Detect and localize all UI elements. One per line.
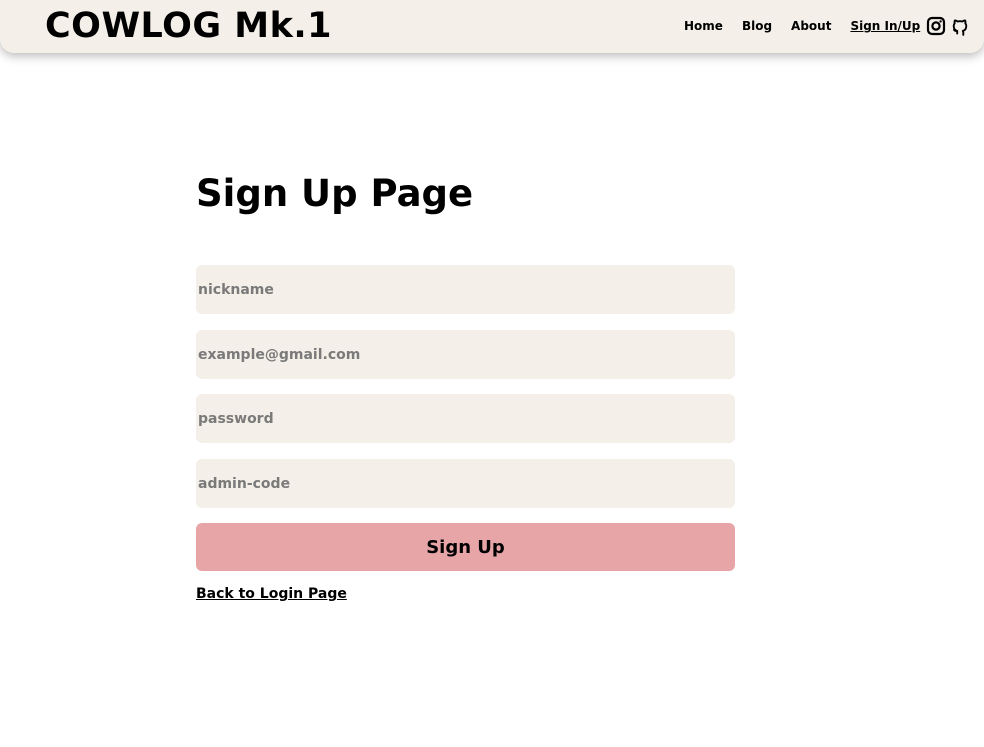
main-nav: Home Blog About Sign In/Up [684,19,939,33]
sign-up-button[interactable]: Sign Up [196,523,735,571]
site-header: COWLOG Mk.1 Home Blog About Sign In/Up [0,0,984,53]
back-to-login-link[interactable]: Back to Login Page [196,586,347,602]
nav-sign-in-up-link[interactable]: Sign In/Up [850,19,920,33]
email-input[interactable] [196,330,735,379]
instagram-icon[interactable] [926,16,946,36]
password-input[interactable] [196,394,735,443]
page-title: Sign Up Page [196,172,474,215]
nav-blog-link[interactable]: Blog [742,19,772,33]
site-logo[interactable]: COWLOG Mk.1 [45,6,332,46]
github-icon[interactable] [950,16,970,36]
social-icons [926,16,970,36]
nav-home-link[interactable]: Home [684,19,723,33]
admin-code-input[interactable] [196,459,735,508]
nav-about-link[interactable]: About [791,19,831,33]
nickname-input[interactable] [196,265,735,314]
